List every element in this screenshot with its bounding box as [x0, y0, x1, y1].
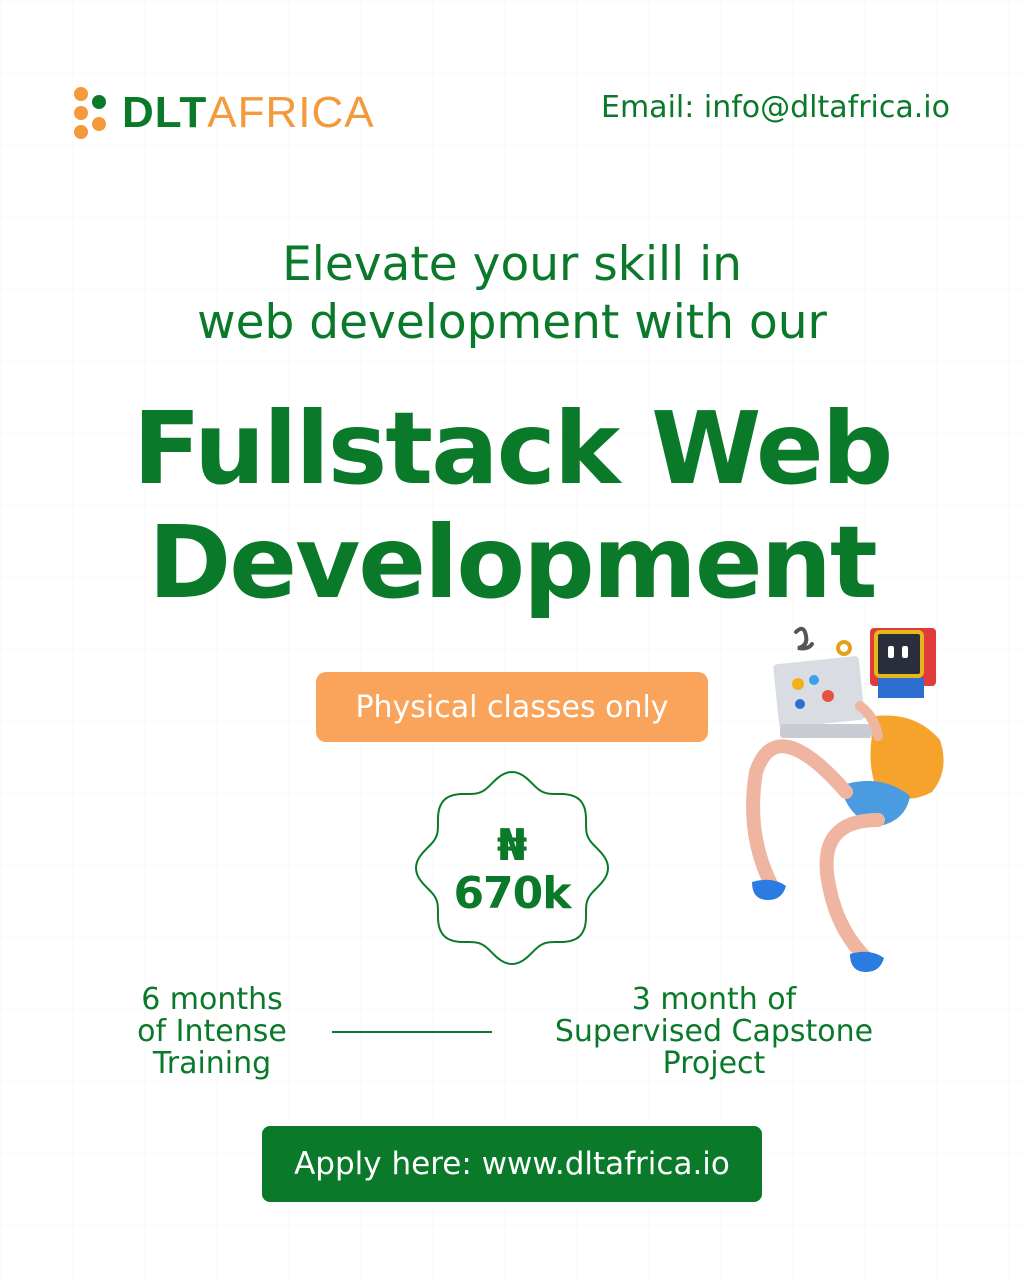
- hero-headline: Fullstack Web Development: [0, 392, 1024, 620]
- price-badge: ₦ 670k: [412, 768, 612, 968]
- brand-wordmark: DLTAFRICA: [122, 91, 375, 135]
- price-amount: 670k: [453, 868, 571, 919]
- subtitle-line-2: web development with our: [197, 295, 827, 350]
- brand-name-dlt: DLT: [122, 88, 208, 137]
- feature-capstone-line: Supervised Capstone: [554, 1014, 874, 1049]
- feature-training-line: 6 months: [141, 982, 283, 1017]
- apply-button[interactable]: Apply here: www.dltafrica.io: [262, 1126, 762, 1202]
- headline-line-2: Development: [148, 504, 877, 621]
- feature-training-line: Training: [152, 1046, 272, 1081]
- brand-logo: DLTAFRICA: [72, 84, 375, 142]
- feature-training: 6 months of Intense Training: [112, 984, 312, 1080]
- physical-classes-pill: Physical classes only: [316, 672, 708, 742]
- brand-name-africa: AFRICA: [207, 88, 375, 137]
- headline-line-1: Fullstack Web: [132, 390, 894, 507]
- dltafrica-logo-icon: [74, 87, 106, 139]
- contact-email[interactable]: Email: info@dltafrica.io: [601, 90, 950, 125]
- feature-capstone-line: Project: [662, 1046, 766, 1081]
- hero-subtitle: Elevate your skill in web development wi…: [0, 236, 1024, 352]
- person-with-laptop-illustration: [746, 626, 944, 972]
- feature-training-line: of Intense: [137, 1014, 287, 1049]
- subtitle-line-1: Elevate your skill in: [282, 237, 742, 292]
- naira-symbol: ₦: [496, 820, 528, 871]
- feature-capstone: 3 month of Supervised Capstone Project: [520, 984, 908, 1080]
- feature-divider: [332, 1031, 492, 1033]
